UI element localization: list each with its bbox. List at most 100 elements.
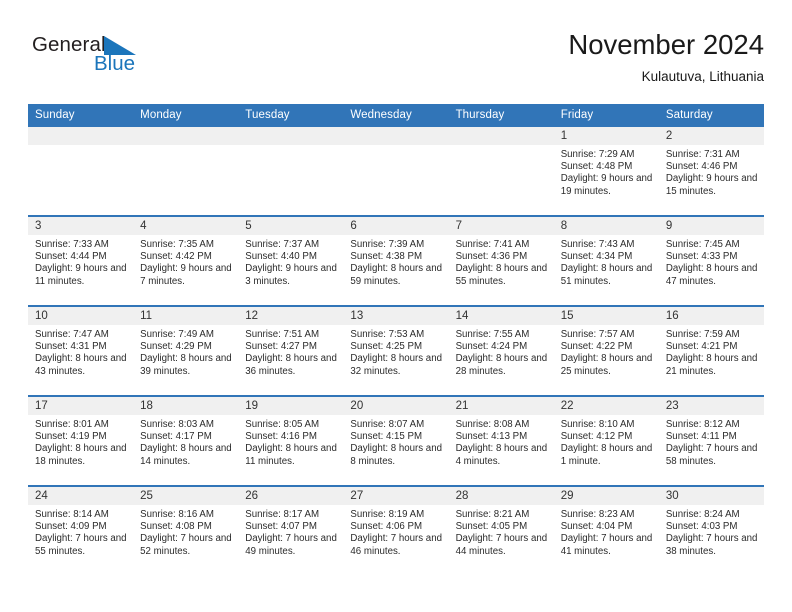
calendar-day-cell[interactable]: 13 Sunrise: 7:53 AM Sunset: 4:25 PM Dayligh… xyxy=(343,305,449,396)
day-number: 6 xyxy=(343,217,449,235)
day-number xyxy=(133,127,239,145)
calendar-day-cell[interactable]: 16 Sunrise: 7:59 AM Sunset: 4:21 PM Dayligh… xyxy=(658,305,764,396)
calendar-day-cell[interactable]: 7 Sunrise: 7:41 AM Sunset: 4:36 PM Daylight… xyxy=(448,215,554,306)
day-number: 16 xyxy=(658,307,764,325)
day-number: 15 xyxy=(553,307,659,325)
calendar-day-cell[interactable]: 23 Sunrise: 8:12 AM Sunset: 4:11 PM Dayligh… xyxy=(658,395,764,486)
sunset-time: Sunset: 4:21 PM xyxy=(665,341,738,353)
day-number: 4 xyxy=(133,217,239,235)
day-number: 11 xyxy=(133,307,239,325)
brand-logo[interactable]: General Blue xyxy=(32,34,172,84)
daylight-duration: Daylight: 8 hours and 47 minutes. xyxy=(665,263,758,287)
calendar-day-cell[interactable]: 14 Sunrise: 7:55 AM Sunset: 4:24 PM Dayligh… xyxy=(448,305,554,396)
day-number: 5 xyxy=(238,217,344,235)
daylight-duration: Daylight: 8 hours and 28 minutes. xyxy=(455,353,548,377)
sunset-time: Sunset: 4:24 PM xyxy=(455,341,528,353)
calendar-day-cell-empty xyxy=(133,127,239,216)
day-number: 8 xyxy=(553,217,659,235)
daylight-duration: Daylight: 8 hours and 25 minutes. xyxy=(560,353,653,377)
sunset-time: Sunset: 4:31 PM xyxy=(35,341,107,353)
day-details: Sunrise: 8:23 AM Sunset: 4:04 PM Daylight:… xyxy=(554,505,659,558)
daylight-duration: Daylight: 8 hours and 4 minutes. xyxy=(455,443,548,467)
day-number: 13 xyxy=(343,307,449,325)
calendar-day-cell[interactable]: 26 Sunrise: 8:17 AM Sunset: 4:07 PM Dayligh… xyxy=(238,485,344,575)
calendar-day-cell[interactable]: 9 Sunrise: 7:45 AM Sunset: 4:33 PM Daylight… xyxy=(658,215,764,306)
sunrise-time: Sunrise: 7:51 AM xyxy=(245,329,320,340)
calendar-day-cell[interactable]: 29 Sunrise: 8:23 AM Sunset: 4:04 PM Dayligh… xyxy=(553,485,659,575)
sunset-time: Sunset: 4:09 PM xyxy=(35,521,107,533)
sunset-time: Sunset: 4:34 PM xyxy=(560,251,633,263)
sunset-time: Sunset: 4:48 PM xyxy=(560,161,633,173)
calendar-day-cell[interactable]: 27 Sunrise: 8:19 AM Sunset: 4:06 PM Dayligh… xyxy=(343,485,449,575)
sunset-time: Sunset: 4:08 PM xyxy=(140,521,212,533)
calendar-day-cell[interactable]: 28 Sunrise: 8:21 AM Sunset: 4:05 PM Dayligh… xyxy=(448,485,554,575)
daylight-duration: Daylight: 7 hours and 52 minutes. xyxy=(140,533,232,557)
sunrise-time: Sunrise: 8:23 AM xyxy=(560,509,635,520)
sunrise-time: Sunrise: 7:31 AM xyxy=(665,149,740,160)
day-details: Sunrise: 7:29 AM Sunset: 4:48 PM Daylight:… xyxy=(554,145,659,198)
sunrise-time: Sunrise: 8:12 AM xyxy=(665,419,740,430)
calendar-day-cell[interactable]: 15 Sunrise: 7:57 AM Sunset: 4:22 PM Dayligh… xyxy=(553,305,659,396)
day-details: Sunrise: 8:10 AM Sunset: 4:12 PM Daylight:… xyxy=(554,415,659,468)
calendar-day-cell[interactable]: 1 Sunrise: 7:29 AM Sunset: 4:48 PM Daylight… xyxy=(553,127,659,216)
daylight-duration: Daylight: 8 hours and 8 minutes. xyxy=(350,443,442,467)
calendar-day-cell[interactable]: 30 Sunrise: 8:24 AM Sunset: 4:03 PM Dayligh… xyxy=(658,485,764,575)
calendar-week-row: 1 Sunrise: 7:29 AM Sunset: 4:48 PM Daylight… xyxy=(28,127,764,216)
day-details: Sunrise: 8:19 AM Sunset: 4:06 PM Daylight:… xyxy=(343,505,448,558)
sunrise-time: Sunrise: 7:57 AM xyxy=(560,329,635,340)
calendar-day-cell[interactable]: 21 Sunrise: 8:08 AM Sunset: 4:13 PM Dayligh… xyxy=(448,395,554,486)
sunrise-time: Sunrise: 7:47 AM xyxy=(35,329,109,340)
day-details: Sunrise: 8:16 AM Sunset: 4:08 PM Daylight:… xyxy=(133,505,238,558)
sunrise-time: Sunrise: 7:37 AM xyxy=(245,239,320,250)
calendar-day-cell[interactable]: 6 Sunrise: 7:39 AM Sunset: 4:38 PM Daylight… xyxy=(343,215,449,306)
sunset-time: Sunset: 4:03 PM xyxy=(665,521,738,533)
daylight-duration: Daylight: 8 hours and 43 minutes. xyxy=(35,353,127,377)
daylight-duration: Daylight: 7 hours and 49 minutes. xyxy=(245,533,337,557)
day-number: 29 xyxy=(553,487,659,505)
day-number: 25 xyxy=(133,487,239,505)
sunrise-time: Sunrise: 8:07 AM xyxy=(350,419,425,430)
weekday-header-thursday: Thursday xyxy=(448,104,554,127)
day-number: 7 xyxy=(448,217,554,235)
day-number: 26 xyxy=(238,487,344,505)
calendar-week-row: 17 Sunrise: 8:01 AM Sunset: 4:19 PM Dayligh… xyxy=(28,395,764,486)
sunset-time: Sunset: 4:29 PM xyxy=(140,341,212,353)
day-number xyxy=(448,127,554,145)
sunset-time: Sunset: 4:12 PM xyxy=(560,431,633,443)
calendar-day-cell[interactable]: 22 Sunrise: 8:10 AM Sunset: 4:12 PM Dayligh… xyxy=(553,395,659,486)
day-details: Sunrise: 7:43 AM Sunset: 4:34 PM Daylight:… xyxy=(554,235,659,288)
day-details: Sunrise: 7:35 AM Sunset: 4:42 PM Daylight:… xyxy=(133,235,238,288)
calendar-header-row: Sunday Monday Tuesday Wednesday Thursday… xyxy=(28,104,764,127)
calendar-day-cell[interactable]: 5 Sunrise: 7:37 AM Sunset: 4:40 PM Daylight… xyxy=(238,215,344,306)
sunset-time: Sunset: 4:44 PM xyxy=(35,251,107,263)
calendar-day-cell[interactable]: 25 Sunrise: 8:16 AM Sunset: 4:08 PM Dayligh… xyxy=(133,485,239,575)
day-number: 21 xyxy=(448,397,554,415)
daylight-duration: Daylight: 7 hours and 55 minutes. xyxy=(35,533,127,557)
calendar-day-cell[interactable]: 17 Sunrise: 8:01 AM Sunset: 4:19 PM Dayligh… xyxy=(28,395,134,486)
calendar-week-row: 10 Sunrise: 7:47 AM Sunset: 4:31 PM Dayligh… xyxy=(28,305,764,396)
daylight-duration: Daylight: 9 hours and 19 minutes. xyxy=(560,173,653,197)
sunset-time: Sunset: 4:17 PM xyxy=(140,431,212,443)
day-details: Sunrise: 7:55 AM Sunset: 4:24 PM Daylight:… xyxy=(449,325,554,378)
calendar-day-cell[interactable]: 24 Sunrise: 8:14 AM Sunset: 4:09 PM Dayligh… xyxy=(28,485,134,575)
calendar-day-cell[interactable]: 12 Sunrise: 7:51 AM Sunset: 4:27 PM Dayligh… xyxy=(238,305,344,396)
calendar-day-cell[interactable]: 10 Sunrise: 7:47 AM Sunset: 4:31 PM Dayligh… xyxy=(28,305,134,396)
calendar-day-cell[interactable]: 11 Sunrise: 7:49 AM Sunset: 4:29 PM Dayligh… xyxy=(133,305,239,396)
calendar-day-cell[interactable]: 19 Sunrise: 8:05 AM Sunset: 4:16 PM Dayligh… xyxy=(238,395,344,486)
calendar-day-cell[interactable]: 18 Sunrise: 8:03 AM Sunset: 4:17 PM Dayligh… xyxy=(133,395,239,486)
day-details: Sunrise: 7:59 AM Sunset: 4:21 PM Daylight:… xyxy=(659,325,764,378)
calendar-day-cell[interactable]: 20 Sunrise: 8:07 AM Sunset: 4:15 PM Dayligh… xyxy=(343,395,449,486)
page-title: November 2024 xyxy=(568,29,764,60)
calendar-day-cell[interactable]: 8 Sunrise: 7:43 AM Sunset: 4:34 PM Daylight… xyxy=(553,215,659,306)
sunrise-time: Sunrise: 7:29 AM xyxy=(560,149,635,160)
day-details: Sunrise: 7:57 AM Sunset: 4:22 PM Daylight:… xyxy=(554,325,659,378)
calendar-day-cell[interactable]: 4 Sunrise: 7:35 AM Sunset: 4:42 PM Daylight… xyxy=(133,215,239,306)
day-details: Sunrise: 7:37 AM Sunset: 4:40 PM Daylight:… xyxy=(238,235,343,288)
daylight-duration: Daylight: 8 hours and 36 minutes. xyxy=(245,353,337,377)
calendar-day-cell[interactable]: 3 Sunrise: 7:33 AM Sunset: 4:44 PM Daylight… xyxy=(28,215,134,306)
day-number: 20 xyxy=(343,397,449,415)
day-number: 10 xyxy=(28,307,134,325)
calendar-day-cell[interactable]: 2 Sunrise: 7:31 AM Sunset: 4:46 PM Daylight… xyxy=(658,127,764,216)
day-number: 17 xyxy=(28,397,134,415)
weekday-header-monday: Monday xyxy=(133,104,239,127)
